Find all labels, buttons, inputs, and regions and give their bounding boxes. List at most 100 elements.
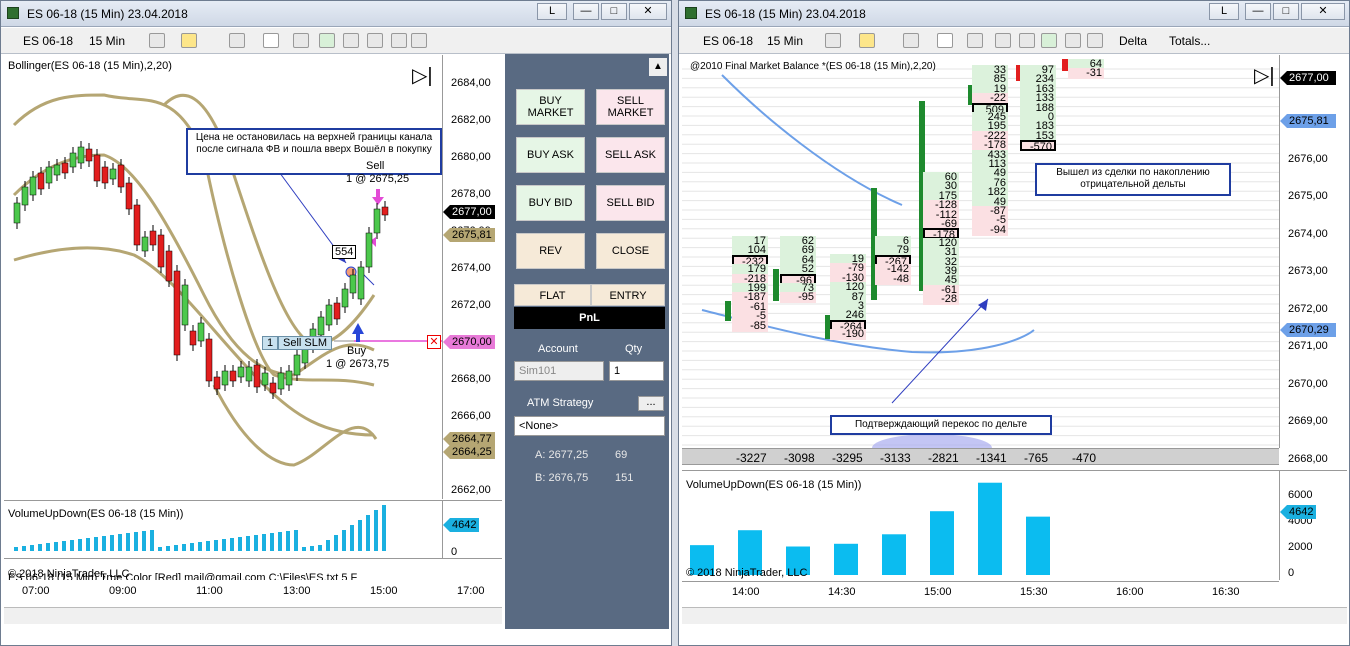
sell-ask-button[interactable]: SELL ASK — [596, 137, 665, 173]
volume-bar — [230, 538, 234, 551]
volume-bar — [126, 533, 130, 551]
volume-bar — [270, 533, 274, 551]
footprint-cell: -95 — [780, 292, 816, 304]
right-scrollbar[interactable] — [682, 607, 1347, 624]
sell-bid-button[interactable]: SELL BID — [596, 185, 665, 221]
interval-selector[interactable]: 15 Min — [89, 34, 125, 48]
maximize-button-right[interactable]: □ — [1273, 3, 1299, 20]
link-button[interactable]: L — [537, 3, 567, 20]
properties-icon-right[interactable] — [1065, 33, 1081, 48]
indicator-icon-right[interactable] — [995, 33, 1011, 48]
minimize-button[interactable]: — — [573, 3, 599, 20]
maximize-button[interactable]: □ — [601, 3, 627, 20]
volume-bar — [46, 543, 50, 551]
volume-bar — [374, 510, 378, 551]
reverse-button[interactable]: REV — [516, 233, 585, 269]
collapse-up-icon[interactable]: ▲ — [649, 58, 667, 76]
left-title-bar[interactable]: ES 06-18 (15 Min) 23.04.2018 L — □ ✕ — [1, 1, 671, 27]
bid-size: 151 — [615, 472, 634, 484]
atm-more-button[interactable]: ... — [638, 396, 664, 411]
data-box-icon-right[interactable] — [967, 33, 983, 48]
delta-value: -2821 — [928, 451, 959, 465]
strategy-icon[interactable] — [343, 33, 359, 48]
volume-bar — [14, 547, 18, 551]
link-button-right[interactable]: L — [1209, 3, 1239, 20]
candle-body — [237, 366, 245, 378]
buy-ask-button[interactable]: BUY ASK — [516, 137, 585, 173]
left-scrollbar[interactable] — [4, 607, 502, 624]
left-candle-layer — [13, 141, 389, 399]
left-play-icon[interactable]: ▷| — [412, 63, 433, 88]
instrument-selector-right[interactable]: ES 06-18 — [703, 34, 753, 48]
order-qty[interactable]: 1 — [262, 336, 278, 350]
volume-bar — [334, 535, 338, 551]
left-axis-tick: 2682,00 — [451, 114, 491, 126]
volume-bar — [302, 547, 306, 551]
order-type[interactable]: Sell SLM — [278, 336, 332, 350]
zoom-icon-right[interactable] — [903, 33, 919, 48]
pointer-icon-right[interactable] — [937, 33, 953, 48]
properties-icon[interactable] — [391, 33, 407, 48]
right-upper-band-tag: 2675,81 — [1280, 114, 1336, 128]
right-footprint-panel[interactable]: 17 104 -232 179 -218 199 -187 -61 -5 -85 62 69 64 52-… — [682, 55, 1279, 448]
indicator-icon[interactable] — [319, 33, 335, 48]
bar-style-icon-right[interactable] — [825, 33, 841, 48]
entry-label: ENTRY — [591, 284, 665, 306]
settings-icon-right[interactable] — [1087, 33, 1103, 48]
right-lower-band-tag: 2670,29 — [1280, 323, 1336, 337]
volume-bar — [198, 542, 202, 551]
buy-market-button[interactable]: BUY MARKET — [516, 89, 585, 125]
crosshair-icon[interactable] — [263, 33, 279, 48]
candle-body — [85, 148, 93, 162]
settings-icon[interactable] — [411, 33, 427, 48]
left-annotation-box: Цена не остановилась на верхней границы … — [186, 128, 442, 175]
interval-selector-right[interactable]: 15 Min — [767, 34, 803, 48]
draw-pencil-icon[interactable] — [181, 33, 197, 48]
cancel-order-icon[interactable]: ✕ — [427, 335, 441, 349]
right-window-title: ES 06-18 (15 Min) 23.04.2018 — [705, 7, 866, 21]
right-play-icon[interactable]: ▷| — [1254, 63, 1275, 88]
right-volume-tick: 2000 — [1288, 541, 1313, 553]
delta-value: -3133 — [880, 451, 911, 465]
close-position-button[interactable]: CLOSE — [596, 233, 665, 269]
volume-bar — [158, 547, 162, 551]
data-box-icon[interactable] — [293, 33, 309, 48]
strategy-icon-right[interactable] — [1019, 33, 1035, 48]
buy-bid-button[interactable]: BUY BID — [516, 185, 585, 221]
left-axis-tick: 2666,00 — [451, 410, 491, 422]
sell-market-button[interactable]: SELL MARKET — [596, 89, 665, 125]
volume-bar — [366, 515, 370, 551]
zoom-icon[interactable] — [229, 33, 245, 48]
account-select[interactable]: Sim101 — [514, 361, 604, 381]
instrument-selector[interactable]: ES 06-18 — [23, 34, 73, 48]
totals-selector[interactable]: Totals... — [1169, 34, 1210, 48]
footprint-cell: -31 — [1068, 68, 1104, 80]
candle-body — [173, 270, 181, 356]
delta-value: -3295 — [832, 451, 863, 465]
draw-pencil-icon-right[interactable] — [859, 33, 875, 48]
volume-bar — [62, 541, 66, 551]
close-window-button[interactable]: ✕ — [629, 3, 667, 20]
app-icon — [7, 7, 19, 19]
qty-input[interactable]: 1 — [609, 361, 664, 381]
left-time-tick: 11:00 — [196, 585, 223, 597]
candle-body — [157, 234, 165, 268]
right-toolbar: ES 06-18 15 Min Delta Totals... — [679, 28, 1349, 54]
candle-body — [125, 182, 133, 210]
candle-body — [21, 186, 29, 206]
atm-strategy-select[interactable]: <None> — [514, 416, 665, 436]
delta-value: -765 — [1024, 451, 1049, 465]
candle-body — [357, 266, 365, 300]
volume-bar — [350, 525, 354, 551]
left-price-panel[interactable]: Bollinger(ES 06-18 (15 Min),2,20) ▷| Цен… — [4, 55, 442, 499]
chart-trader-icon[interactable] — [367, 33, 383, 48]
volume-bar — [174, 545, 178, 551]
bar-style-icon[interactable] — [149, 33, 165, 48]
chart-trader-icon-right[interactable] — [1041, 33, 1057, 48]
delta-selector[interactable]: Delta — [1119, 34, 1147, 48]
right-axis-tick: 2673,00 — [1288, 265, 1328, 277]
right-title-bar[interactable]: ES 06-18 (15 Min) 23.04.2018 L — □ ✕ — [679, 1, 1349, 27]
close-window-button-right[interactable]: ✕ — [1301, 3, 1345, 20]
minimize-button-right[interactable]: — — [1245, 3, 1271, 20]
delta-value: -470 — [1072, 451, 1097, 465]
